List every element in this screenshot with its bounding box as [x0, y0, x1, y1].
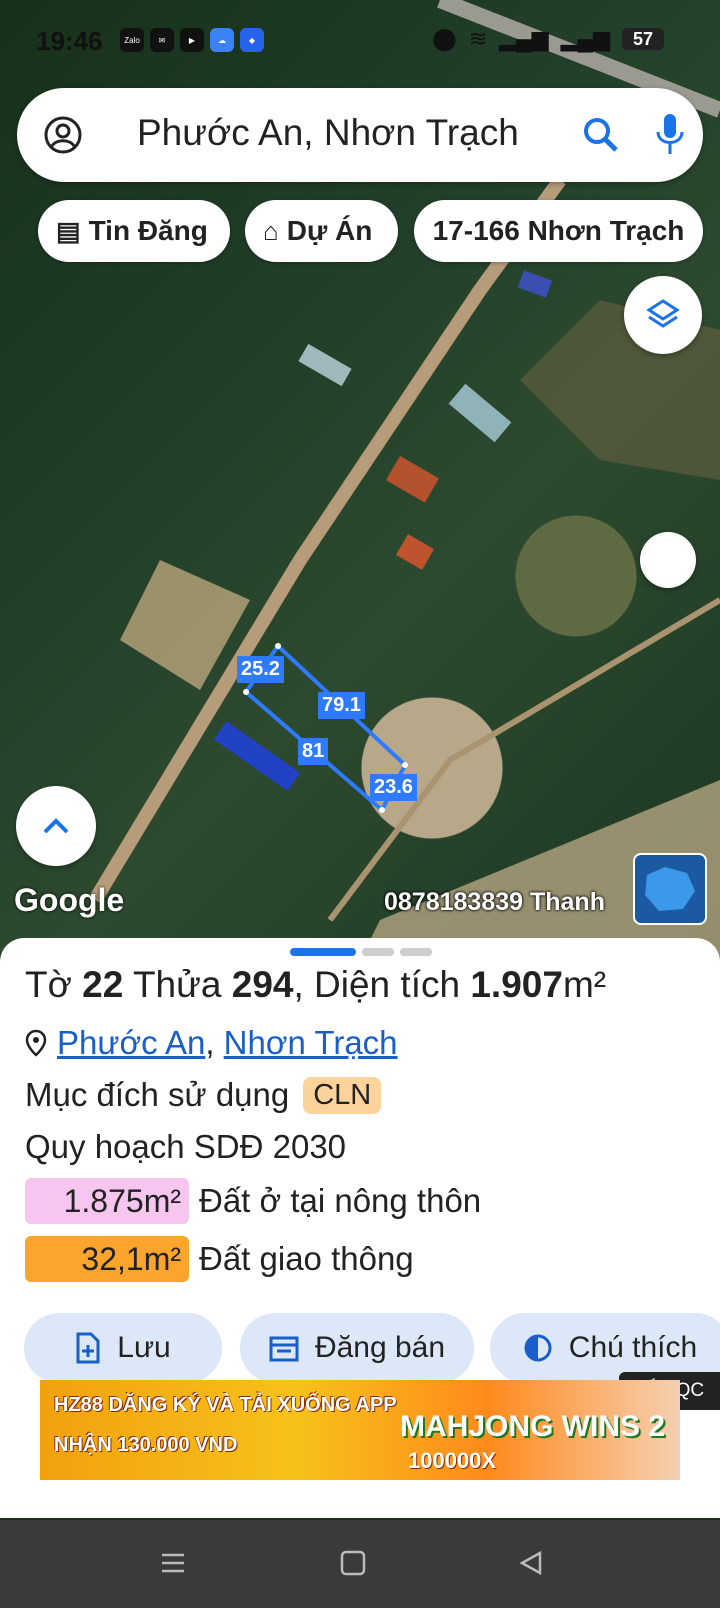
cloud-icon: ☁	[210, 28, 234, 52]
signal-icon: ▂▄▆	[499, 26, 549, 51]
back-nav-button[interactable]	[518, 1550, 544, 1581]
plan-title: Quy hoạch SDĐ 2030	[25, 1128, 347, 1165]
pager-dot[interactable]	[400, 948, 432, 956]
measure-lower-side: 81	[298, 738, 329, 765]
zone-row-transport: 32,1m² Đất giao thông	[25, 1236, 414, 1282]
land-use-purpose: Mục đích sử dụng CLN	[25, 1076, 382, 1114]
sheet-label: Tờ	[25, 964, 72, 1005]
back-icon	[519, 1550, 542, 1576]
home-square-icon	[340, 1550, 366, 1576]
pager-dot[interactable]	[362, 948, 394, 956]
youtube-icon: ▶	[180, 28, 204, 52]
signal-icon-2: ▂▄▆	[560, 26, 610, 51]
calendar-icon	[269, 1336, 299, 1362]
purpose-badge: CLN	[303, 1076, 382, 1114]
parcel-title: Tờ 22 Thửa 294, Diện tích 1.907m²	[25, 964, 606, 1006]
parcel-location: Phước An, Nhơn Trạch	[25, 1024, 398, 1062]
sheet-number: 22	[82, 964, 124, 1005]
status-time: 19:46	[36, 26, 103, 56]
mic-icon[interactable]	[655, 112, 685, 156]
chip-location[interactable]: 17-166 Nhơn Trạch	[414, 200, 703, 262]
status-bar: 19:46 Zalo ✉ ▶ ☁ ◆ ⬤ ≋ ▂▄▆ ▂▄▆ 57	[0, 0, 720, 80]
pager-dot-active[interactable]	[290, 948, 356, 956]
zalo-icon: Zalo	[120, 28, 144, 52]
add-file-icon	[76, 1332, 100, 1364]
menu-icon	[162, 1553, 184, 1573]
listing-icon: ▤	[56, 215, 81, 246]
layers-button[interactable]	[624, 276, 702, 354]
zone-area-box: 32,1m²	[25, 1236, 189, 1282]
area-unit: m²	[562, 964, 607, 1005]
contrast-icon	[524, 1334, 552, 1362]
chip-location-label: 17-166 Nhơn Trạch	[432, 215, 685, 246]
district-link[interactable]: Nhơn Trạch	[224, 1024, 398, 1061]
area-label: , Diện tích	[293, 964, 461, 1005]
location-icon: ⬤	[432, 26, 457, 51]
ad-line-2: NHẬN 130.000 VND	[54, 1434, 238, 1456]
wifi-icon: ≋	[468, 26, 488, 51]
district-minimap[interactable]	[633, 853, 707, 925]
save-button[interactable]: Lưu	[24, 1313, 222, 1383]
chevron-up-icon	[43, 818, 69, 834]
ward-link[interactable]: Phước An	[57, 1024, 205, 1061]
expand-sheet-button[interactable]	[16, 786, 96, 866]
zone-row-residential: 1.875m² Đất ở tại nông thôn	[25, 1178, 481, 1224]
zone-label: Đất giao thông	[199, 1240, 414, 1277]
building-icon: ⌂	[263, 215, 279, 246]
account-icon[interactable]	[43, 115, 83, 155]
post-for-sale-label: Đăng bán	[314, 1331, 446, 1364]
browser-icon: ◆	[240, 28, 264, 52]
messenger-icon: ✉	[150, 28, 174, 52]
location-pin-icon	[25, 1029, 47, 1057]
search-icon[interactable]	[581, 115, 621, 155]
measure-top: 25.2	[237, 656, 284, 683]
post-for-sale-button[interactable]: Đăng bán	[240, 1313, 474, 1383]
chip-projects[interactable]: ⌂ Dự Án	[245, 200, 398, 262]
chip-listings-label: Tin Đăng	[88, 215, 208, 246]
measure-upper-side: 79.1	[318, 692, 365, 719]
save-label: Lưu	[117, 1331, 171, 1364]
plot-number: 294	[231, 964, 294, 1005]
search-input[interactable]: Phước An, Nhơn Trạch	[137, 112, 519, 154]
purpose-label: Mục đích sử dụng	[25, 1076, 290, 1113]
compass-button[interactable]	[640, 532, 696, 588]
ad-prize: 100000X	[408, 1448, 497, 1473]
chip-listings[interactable]: ▤ Tin Đăng	[38, 200, 230, 262]
system-nav-bar	[0, 1520, 720, 1608]
zone-area-box: 1.875m²	[25, 1178, 189, 1224]
ad-banner[interactable]: HZ88 DĂNG KÝ VÀ TẢI XUỐNG APP NHẬN 130.0…	[40, 1380, 680, 1480]
battery-icon: 57	[622, 28, 664, 50]
status-right: ⬤ ≋ ▂▄▆ ▂▄▆ 57	[432, 26, 664, 52]
legend-label: Chú thích	[568, 1331, 698, 1364]
home-nav-button[interactable]	[340, 1550, 366, 1581]
parcel-info-sheet[interactable]: Tờ 22 Thửa 294, Diện tích 1.907m² Phước …	[0, 938, 720, 1518]
plot-label: Thửa	[132, 964, 222, 1005]
zone-label: Đất ở tại nông thôn	[199, 1182, 482, 1219]
minimap-shape	[645, 867, 695, 911]
notification-icons: Zalo ✉ ▶ ☁ ◆	[120, 28, 264, 52]
measure-bottom: 23.6	[370, 774, 417, 801]
sheet-pager[interactable]	[290, 948, 432, 956]
area-value: 1.907	[470, 964, 563, 1005]
map-watermark: 0878183839 Thanh	[384, 888, 605, 916]
ad-line-1: HZ88 DĂNG KÝ VÀ TẢI XUỐNG APP	[54, 1394, 397, 1416]
layers-icon	[646, 299, 680, 328]
ad-game-title: MAHJONG WINS 2	[400, 1410, 666, 1443]
search-bar[interactable]: Phước An, Nhơn Trạch	[17, 88, 703, 182]
chip-projects-label: Dự Án	[286, 215, 373, 246]
google-logo: Google	[14, 882, 125, 918]
menu-nav-button[interactable]	[160, 1550, 186, 1581]
